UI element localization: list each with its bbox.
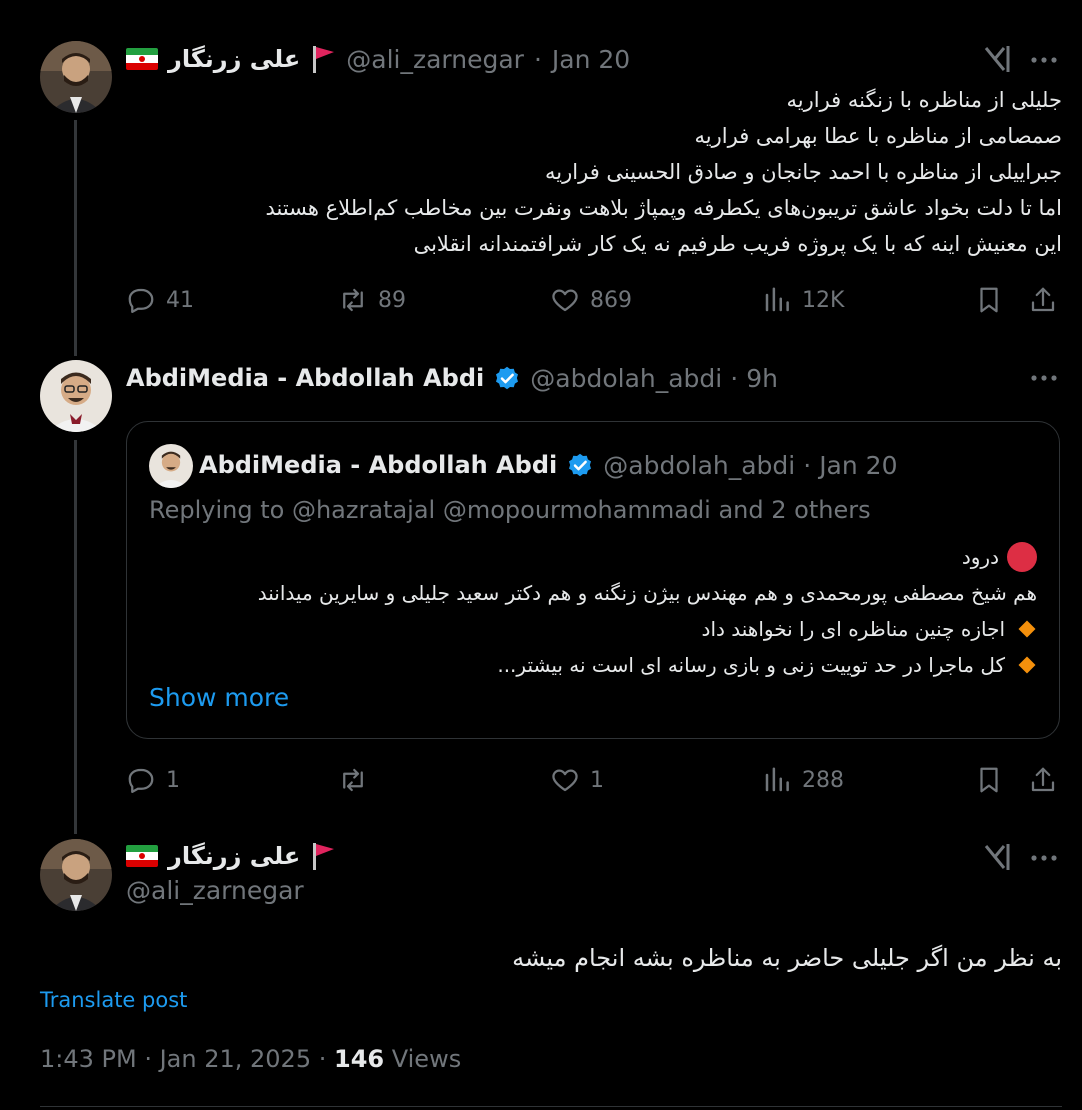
timestamp[interactable]: Jan 20 xyxy=(552,45,630,74)
quote-text: درود هم شیخ مصطفی پورمحمدی و هم مهندس بی… xyxy=(147,539,1037,683)
bookmark-button[interactable] xyxy=(974,760,1004,800)
like-button[interactable]: 869 xyxy=(550,280,632,320)
avatar[interactable] xyxy=(40,360,112,432)
orange-diamond-icon xyxy=(1018,620,1036,638)
like-count: 869 xyxy=(590,287,632,313)
reply-count: 1 xyxy=(166,767,180,793)
avatar[interactable] xyxy=(40,41,112,113)
repost-icon xyxy=(343,768,363,792)
reply-icon xyxy=(128,768,154,793)
tweet-line: جبراییلی از مناظره با احمد جانجان و صادق… xyxy=(545,160,1062,184)
quote-line: هم شیخ مصطفی پورمحمدی و هم مهندس بیژن زن… xyxy=(257,581,1037,605)
iran-flag-icon xyxy=(126,845,158,867)
author-name-row[interactable]: AbdiMedia - Abdollah Abdi @abdolah_abdi … xyxy=(126,362,778,394)
iran-flag-icon xyxy=(126,48,158,70)
quote-line: اجازه چنین مناظره ای را نخواهند داد xyxy=(147,611,1037,647)
translate-post-link[interactable]: Translate post xyxy=(40,988,187,1012)
author-name-row[interactable]: علی زرنگار xyxy=(126,840,336,872)
share-button[interactable] xyxy=(1028,760,1058,800)
view-count: 12K xyxy=(802,287,845,313)
handle[interactable]: @abdolah_abdi xyxy=(530,364,722,393)
handle[interactable]: @ali_zarnegar xyxy=(126,876,304,905)
post-meta: 1:43 PM · Jan 21, 2025 · 146 Views xyxy=(40,1045,462,1073)
orange-diamond-icon xyxy=(1018,656,1036,674)
show-more-link[interactable]: Show more xyxy=(149,683,289,712)
display-name[interactable]: علی زرنگار xyxy=(168,45,300,73)
avatar[interactable] xyxy=(40,839,112,911)
tweet-line: اما تا دلت بخواد عاشق تریبون‌های یکطرفه … xyxy=(265,196,1062,220)
timestamp[interactable]: 9h xyxy=(746,364,778,393)
replying-prefix: Replying to xyxy=(149,496,285,524)
main-tweet-text: به نظر من اگر جلیلی حاضر به مناظره بشه ا… xyxy=(512,944,1062,972)
share-button[interactable] xyxy=(1028,280,1058,320)
bookmark-icon xyxy=(980,767,998,793)
tweet-line: این معنیش اینه که با یک پروژه فریب طرفیم… xyxy=(413,232,1062,256)
views-label: Views xyxy=(391,1045,462,1073)
reply-icon xyxy=(128,288,154,313)
reply-count: 41 xyxy=(166,287,194,313)
bookmark-button[interactable] xyxy=(974,280,1004,320)
author-name-row[interactable]: علی زرنگار @ali_zarnegar · Jan 20 xyxy=(126,43,630,75)
quote-avatar xyxy=(149,444,193,488)
display-name[interactable]: علی زرنگار xyxy=(168,842,300,870)
quote-line: درود xyxy=(147,539,1037,575)
analytics-icon xyxy=(765,287,789,312)
heart-icon xyxy=(552,769,578,792)
more-options-icon[interactable] xyxy=(1030,48,1058,76)
tweet-line: صمصامی از مناظره با عطا بهرامی فراریه xyxy=(694,124,1062,148)
views-button[interactable]: 288 xyxy=(762,760,844,800)
verified-badge-icon xyxy=(569,453,592,477)
like-button[interactable]: 1 xyxy=(550,760,604,800)
tweet-actions: 1 1 288 xyxy=(126,760,1062,800)
analytics-icon xyxy=(765,767,789,792)
reply-button[interactable]: 1 xyxy=(126,760,180,800)
tweet-line: جلیلی از مناظره با زنگنه فراریه xyxy=(786,88,1063,112)
replying-mentions[interactable]: @hazratajal @mopourmohammadi xyxy=(292,496,711,524)
tweet-actions: 41 89 869 12K xyxy=(126,280,1062,320)
reply-button[interactable]: 41 xyxy=(126,280,194,320)
thread-line xyxy=(74,440,77,834)
handle[interactable]: @ali_zarnegar xyxy=(346,45,524,74)
grok-icon[interactable] xyxy=(982,842,1012,876)
replying-suffix[interactable]: and 2 others xyxy=(718,496,870,524)
views-button[interactable]: 12K xyxy=(762,280,844,320)
view-count: 288 xyxy=(802,767,844,793)
like-count: 1 xyxy=(590,767,604,793)
more-options-icon[interactable] xyxy=(1030,366,1058,394)
thread-line xyxy=(74,120,77,356)
share-icon xyxy=(1031,767,1055,792)
bookmark-icon xyxy=(980,287,998,313)
repost-count: 89 xyxy=(378,287,406,313)
post-timestamp[interactable]: 1:43 PM · Jan 21, 2025 xyxy=(40,1045,311,1073)
quote-handle: @abdolah_abdi xyxy=(603,450,796,480)
quote-author-row: AbdiMedia - Abdollah Abdi @abdolah_abdi … xyxy=(199,450,898,480)
quote-timestamp: Jan 20 xyxy=(819,450,898,480)
more-options-icon[interactable] xyxy=(1030,846,1058,874)
repost-icon xyxy=(343,288,363,312)
quoted-tweet[interactable]: AbdiMedia - Abdollah Abdi @abdolah_abdi … xyxy=(126,421,1060,739)
share-icon xyxy=(1031,287,1055,312)
red-circle-icon xyxy=(1007,542,1037,572)
repost-button[interactable]: 89 xyxy=(338,280,406,320)
tweet-text: جلیلی از مناظره با زنگنه فراریه صمصامی ا… xyxy=(132,82,1062,262)
quote-line: کل ماجرا در حد توییت زنی و بازی رسانه ای… xyxy=(147,647,1037,683)
replying-to: Replying to @hazratajal @mopourmohammadi… xyxy=(149,496,871,524)
divider xyxy=(40,1106,1062,1107)
red-flag-icon xyxy=(313,843,335,870)
quote-display-name: AbdiMedia - Abdollah Abdi xyxy=(199,451,558,479)
heart-icon xyxy=(552,289,578,312)
repost-button[interactable] xyxy=(338,760,368,800)
grok-icon[interactable] xyxy=(982,44,1012,78)
display-name[interactable]: AbdiMedia - Abdollah Abdi xyxy=(126,364,484,392)
views-count: 146 xyxy=(334,1045,385,1073)
verified-badge-icon xyxy=(496,366,519,390)
red-flag-icon xyxy=(313,46,335,73)
